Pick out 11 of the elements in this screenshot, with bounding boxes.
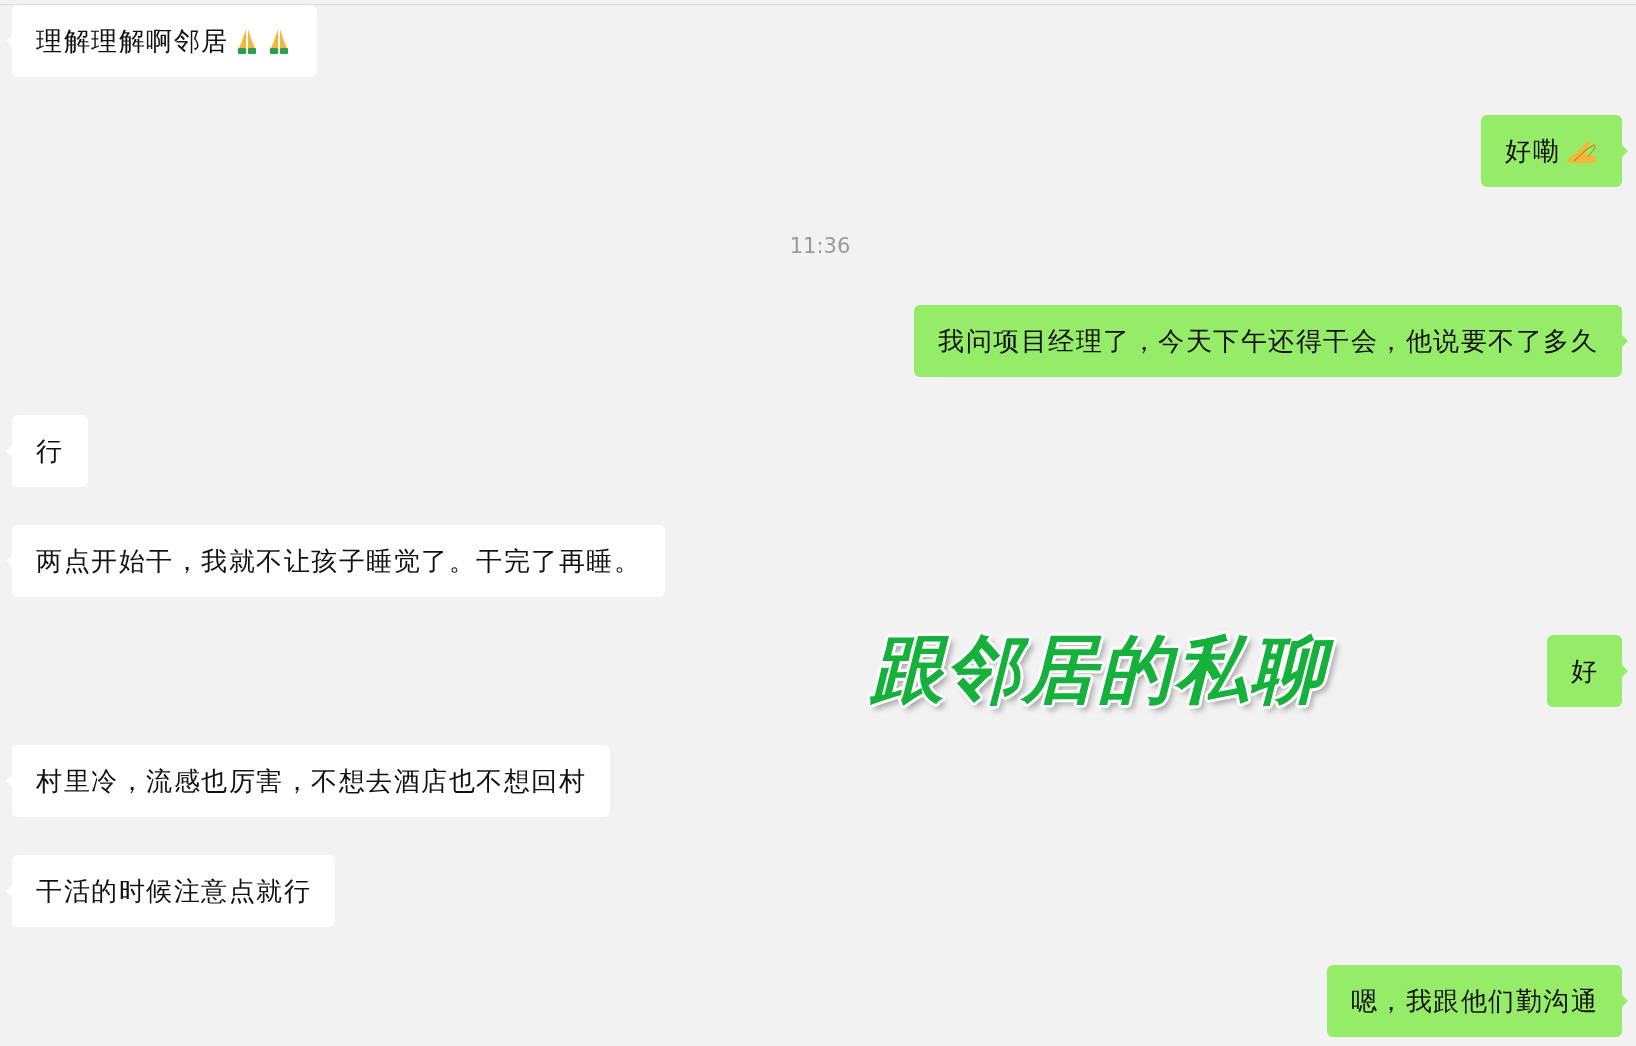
message-text: 好 (1570, 654, 1598, 688)
message-text: 两点开始干，我就不让孩子睡觉了。干完了再睡。 (36, 544, 641, 578)
caption-text: 跟邻居的私聊 (862, 623, 1340, 725)
message-text: 好嘞 (1505, 134, 1560, 168)
message-text: 村里冷，流感也厉害，不想去酒店也不想回村 (36, 764, 586, 798)
timestamp: 11:36 (788, 234, 851, 258)
message-text: 我问项目经理了，今天下午还得干会，他说要不了多久 (938, 324, 1598, 358)
message-text: 嗯，我跟他们勤沟通 (1350, 984, 1598, 1018)
message-text: 行 (36, 434, 64, 468)
message-text: 干活的时候注意点就行 (36, 874, 311, 908)
message-text: 理解理解啊邻居 (36, 24, 229, 58)
